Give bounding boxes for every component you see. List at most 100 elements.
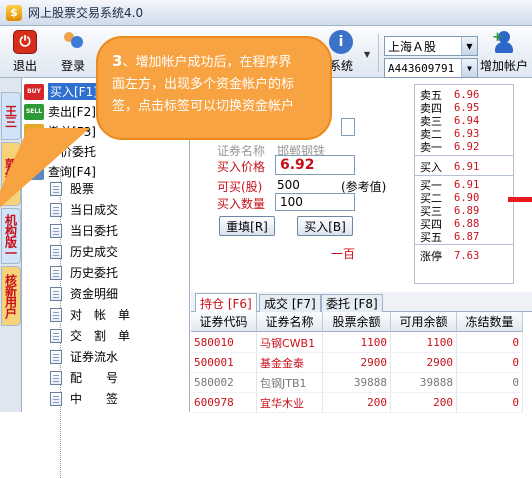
table-cell-name: 宜华木业 xyxy=(257,393,323,412)
column-header[interactable]: 证券名称 xyxy=(257,312,323,331)
tree-item-sub[interactable]: 当日成交 xyxy=(50,200,118,219)
exit-label: 退出 xyxy=(12,59,37,73)
account-select[interactable]: A443609791 ▼ xyxy=(384,58,478,78)
quote-limit-up-row[interactable]: 涨停 7.63 xyxy=(420,249,480,263)
account-tabs: 王三 郭红波 机构版一 核新用户 xyxy=(0,78,22,412)
document-icon xyxy=(50,286,62,301)
quote-level-price: 6.91 xyxy=(454,178,480,191)
tree-item-label: 当日委托 xyxy=(70,224,119,238)
table-cell-frozen: 0 xyxy=(457,373,523,392)
callout-line-2: 面左方，出现多个资金帐户的标 xyxy=(112,77,295,92)
account-select-value: A443609791 xyxy=(388,61,455,75)
table-cell-available: 1100 xyxy=(391,333,457,352)
account-tab-hexin[interactable]: 核新用户 xyxy=(1,266,21,326)
buy-icon: BUY xyxy=(24,83,44,100)
price-label: 买入价格 xyxy=(217,160,266,174)
tree-item-sub[interactable]: 对 帐 单 xyxy=(50,305,130,324)
table-row[interactable]: 580010 马钢CWB1 1100 1100 0 xyxy=(191,333,523,353)
quote-level-name: 卖一 xyxy=(420,140,442,154)
quote-buy-row[interactable]: 买五 6.87 xyxy=(420,230,480,244)
quote-divider xyxy=(415,155,513,156)
table-cell-name: 包钢JTB1 xyxy=(257,373,323,392)
tree-item-sub[interactable]: 证券流水 xyxy=(50,347,118,366)
tab-trades[interactable]: 成交 [F7] xyxy=(259,294,321,312)
login-button[interactable]: 登录 xyxy=(50,30,96,74)
column-header[interactable]: 股票余额 xyxy=(323,312,391,331)
tree-item-label: 配 号 xyxy=(70,371,119,385)
tree-item-label: 证券流水 xyxy=(70,350,119,364)
tree-item-sub[interactable]: 当日委托 xyxy=(50,221,118,240)
column-header[interactable]: 可用余额 xyxy=(391,312,457,331)
quote-sell-row[interactable]: 卖一 6.92 xyxy=(420,140,480,154)
quote-level-price: 6.87 xyxy=(454,230,480,243)
table-cell-code: 600978 xyxy=(191,393,257,412)
quantity-input[interactable]: 100 xyxy=(275,193,355,211)
column-header[interactable]: 冻结数量 xyxy=(457,312,523,331)
table-cell-available: 39888 xyxy=(391,373,457,392)
can-buy-value: 500 xyxy=(277,178,300,192)
callout-line-3: 签，点击标签可以切换资金帐户 xyxy=(112,99,295,114)
tree-item-top[interactable]: SELL 卖出[F2] xyxy=(24,102,96,121)
tree-item-label: 卖出[F2] xyxy=(48,105,96,119)
add-account-button[interactable]: + 增加帐户 xyxy=(478,30,530,74)
tree-item-label: 股票 xyxy=(70,182,95,196)
tree-item-label: 资金明细 xyxy=(70,287,119,301)
quote-panel: 卖五 6.96 卖四 6.95 卖三 6.94 卖二 6.93 卖一 6.92 买入 6.91 买一 6.… xyxy=(414,78,532,290)
chevron-down-icon[interactable]: ▼ xyxy=(461,59,477,77)
quote-level-name: 买五 xyxy=(420,230,442,244)
title-bar: $ 网上股票交易系统4.0 xyxy=(0,0,532,26)
tree-item-label: 历史委托 xyxy=(70,266,119,280)
tab-holdings[interactable]: 持仓 [F6] xyxy=(195,293,257,313)
exit-button[interactable]: ⏻ 退出 xyxy=(2,30,48,74)
account-tab-label: 王三 xyxy=(3,105,18,127)
quote-level-name: 涨停 xyxy=(420,249,442,263)
quote-level-price: 7.63 xyxy=(454,249,480,262)
tab-orders[interactable]: 委托 [F8] xyxy=(321,294,383,312)
tree-item-label: 历史成交 xyxy=(70,245,119,259)
tree-item-label: 当日成交 xyxy=(70,203,119,217)
table-cell-frozen: 0 xyxy=(457,393,523,412)
tree-item-label: 中 签 xyxy=(70,392,119,406)
tree-item-sub[interactable]: 中 签 xyxy=(50,389,118,408)
buy-button[interactable]: 买入[B] xyxy=(297,216,353,236)
table-cell-balance: 200 xyxy=(323,393,391,412)
tree-item-sub[interactable]: 历史成交 xyxy=(50,242,118,261)
system-dropdown-arrow-icon[interactable]: ▼ xyxy=(364,50,370,59)
account-tab-wangsan[interactable]: 王三 xyxy=(1,92,21,140)
quote-level-price: 6.92 xyxy=(454,140,480,153)
tree-item-sub[interactable]: 资金明细 xyxy=(50,284,118,303)
toolbar-separator xyxy=(378,34,379,72)
tree-item-sub[interactable]: 历史委托 xyxy=(50,263,118,282)
table-cell-name: 基金金泰 xyxy=(257,353,323,372)
users-icon xyxy=(61,30,85,54)
reset-button[interactable]: 重填[R] xyxy=(219,216,275,236)
holdings-table: 证券代码 证券名称 股票余额 可用余额 冻结数量 580010 马钢CWB1 110… xyxy=(191,312,532,413)
info-icon: i xyxy=(329,30,353,54)
table-cell-balance: 2900 xyxy=(323,353,391,372)
plus-icon: + xyxy=(492,30,503,45)
table-row[interactable]: 500001 基金金泰 2900 2900 0 xyxy=(191,353,523,373)
table-cell-code: 580010 xyxy=(191,333,257,352)
tree-item-sub[interactable]: 配 号 xyxy=(50,368,118,387)
price-input[interactable]: 6.92 xyxy=(275,155,355,175)
table-row[interactable]: 580002 包钢JTB1 39888 39888 0 xyxy=(191,373,523,393)
stock-code-input[interactable] xyxy=(341,118,355,136)
market-select[interactable]: 上海Ａ股 ▼ xyxy=(384,36,478,56)
tree-item-sub[interactable]: 交 割 单 xyxy=(50,326,130,345)
table-cell-balance: 39888 xyxy=(323,373,391,392)
tree-item-top[interactable]: BUY 买入[F1] xyxy=(24,82,100,101)
quote-divider xyxy=(415,244,513,245)
table-cell-code: 580002 xyxy=(191,373,257,392)
quote-buy-now-row[interactable]: 买入 6.91 xyxy=(420,160,479,174)
table-row[interactable]: 600978 宜华木业 200 200 0 xyxy=(191,393,523,413)
add-user-icon: + xyxy=(492,30,516,54)
column-header[interactable]: 证券代码 xyxy=(191,312,257,331)
quote-level-price: 6.90 xyxy=(454,191,480,204)
table-cell-available: 200 xyxy=(391,393,457,412)
quote-level-price: 6.96 xyxy=(454,88,480,101)
document-icon xyxy=(50,328,62,343)
quote-level-price: 6.95 xyxy=(454,101,480,114)
chevron-down-icon[interactable]: ▼ xyxy=(461,37,477,55)
bottom-tabs: 持仓 [F6] 成交 [F7] 委托 [F8] xyxy=(191,292,532,313)
document-icon xyxy=(50,244,62,259)
